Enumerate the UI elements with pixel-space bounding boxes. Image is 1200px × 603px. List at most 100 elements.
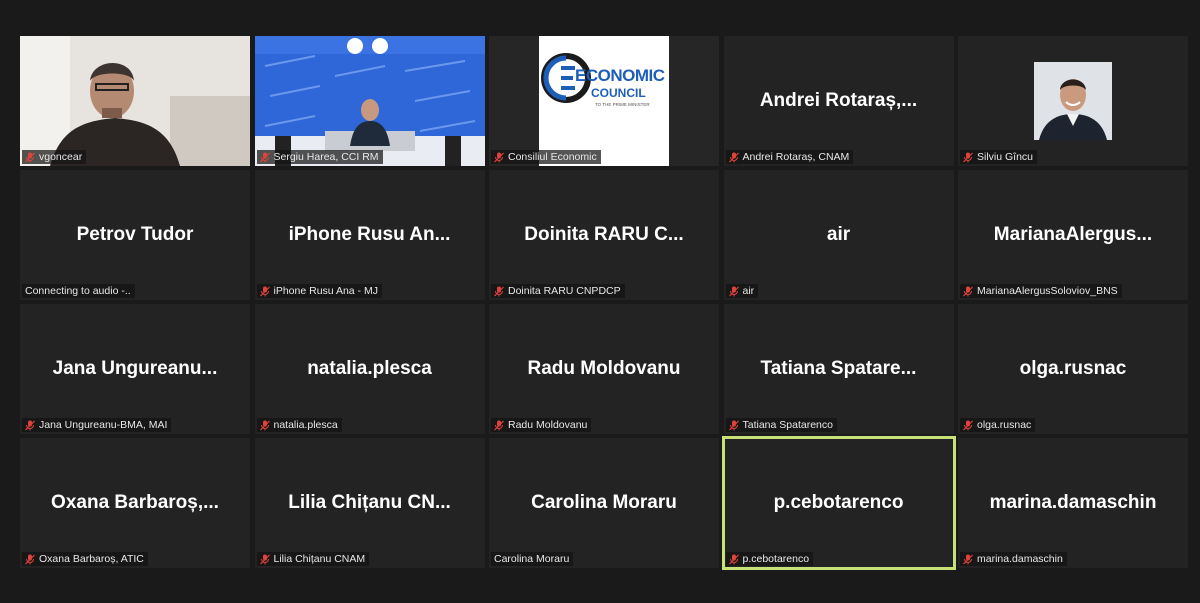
participant-video <box>254 36 485 166</box>
participant-tile[interactable]: Radu Moldovanu Radu Moldovanu <box>489 304 719 434</box>
participant-display-name: marina.damaschin <box>989 492 1157 513</box>
participant-label: marina.damaschin <box>960 552 1067 566</box>
muted-mic-icon <box>25 420 35 430</box>
participant-tile[interactable]: Doinita RARU C... Doinita RARU CNPDCP <box>489 170 719 300</box>
participant-name: MarianaAlergusSoloviov_BNS <box>977 285 1118 297</box>
muted-mic-icon <box>259 554 270 564</box>
participant-tile[interactable]: air air <box>723 170 954 300</box>
profile-photo-image <box>1034 62 1112 140</box>
participant-name: p.cebotarenco <box>742 553 810 565</box>
participant-label: MarianaAlergusSoloviov_BNS <box>960 284 1122 298</box>
participant-tile-active-speaker[interactable]: p.cebotarenco p.cebotarenco <box>721 436 956 570</box>
participant-tile[interactable]: marina.damaschin marina.damaschin <box>958 438 1188 568</box>
participant-name: Jana Ungureanu-BMA, MAI <box>39 419 168 431</box>
muted-mic-icon <box>728 286 739 296</box>
participant-name: vgoncear <box>39 151 83 163</box>
participant-display-name: Andrei Rotaraș,... <box>759 90 918 111</box>
participant-display-name: Carolina Moraru <box>531 492 677 513</box>
participant-label: Lilia Chițanu CNAM <box>256 552 370 566</box>
participant-label: olga.rusnac <box>960 418 1036 432</box>
participant-tile[interactable]: Silviu Gîncu <box>958 36 1188 166</box>
muted-mic-icon <box>259 420 270 430</box>
participant-label: Doinita RARU CNPDCP <box>491 284 625 298</box>
muted-mic-icon <box>728 554 739 564</box>
participant-name: Radu Moldovanu <box>508 419 588 431</box>
logo-caption: TO THE PRIME MINISTER <box>595 102 650 107</box>
participant-name: Carolina Moraru <box>494 553 570 565</box>
participant-display-name: MarianaAlergus... <box>993 224 1153 245</box>
participant-display-name: Oxana Barbaroș,... <box>51 492 219 513</box>
participant-name: olga.rusnac <box>977 419 1032 431</box>
gallery-grid: vgoncear Sergiu Harea, CCI RM ECONOMIC C… <box>20 36 1188 570</box>
participant-tile[interactable]: Petrov Tudor Connecting to audio -.. <box>20 170 250 300</box>
participant-tile[interactable]: Jana Ungureanu... Jana Ungureanu-BMA, MA… <box>20 304 250 434</box>
participant-tile[interactable]: iPhone Rusu An... iPhone Rusu Ana - MJ <box>254 170 485 300</box>
participant-tile[interactable]: Sergiu Harea, CCI RM <box>254 36 485 166</box>
participant-label: Consiliul Economic <box>491 150 601 164</box>
participant-label: Carolina Moraru <box>491 552 574 566</box>
muted-mic-icon <box>25 152 35 162</box>
participant-tile[interactable]: Carolina Moraru Carolina Moraru <box>489 438 719 568</box>
participant-tile[interactable]: ECONOMIC COUNCIL TO THE PRIME MINISTER C… <box>489 36 719 166</box>
logo-title: ECONOMIC <box>575 66 665 85</box>
participant-tile[interactable]: Lilia Chițanu CN... Lilia Chițanu CNAM <box>254 438 485 568</box>
participant-name: Lilia Chițanu CNAM <box>273 553 366 565</box>
muted-mic-icon <box>259 152 270 162</box>
participant-tile[interactable]: MarianaAlergus... MarianaAlergusSoloviov… <box>958 170 1188 300</box>
participant-name: air <box>742 285 755 297</box>
participant-name: Consiliul Economic <box>508 151 597 163</box>
muted-mic-icon <box>494 420 504 430</box>
participant-name: Andrei Rotaraș, CNAM <box>742 151 850 163</box>
participant-display-name: p.cebotarenco <box>773 492 904 513</box>
muted-mic-icon <box>728 420 739 430</box>
participant-profile-photo <box>1034 62 1112 140</box>
participant-display-name: natalia.plesca <box>307 358 432 379</box>
logo-subtitle: COUNCIL <box>591 86 646 100</box>
participant-display-name: Petrov Tudor <box>76 224 194 245</box>
participant-tile[interactable]: vgoncear <box>20 36 250 166</box>
economic-council-emblem-icon <box>541 53 591 103</box>
participant-tile[interactable]: Andrei Rotaraș,... Andrei Rotaraș, CNAM <box>723 36 954 166</box>
participant-label: vgoncear <box>22 150 87 164</box>
participant-name: Sergiu Harea, CCI RM <box>273 151 379 163</box>
participant-name: natalia.plesca <box>273 419 338 431</box>
participant-display-name: air <box>826 224 851 245</box>
muted-mic-icon <box>25 554 35 564</box>
muted-mic-icon <box>728 152 739 162</box>
participant-name: marina.damaschin <box>977 553 1063 565</box>
participant-label: Andrei Rotaraș, CNAM <box>725 150 854 164</box>
participant-tile[interactable]: olga.rusnac olga.rusnac <box>958 304 1188 434</box>
participant-label: Radu Moldovanu <box>491 418 592 432</box>
participant-name: Oxana Barbaroș, ATIC <box>39 553 144 565</box>
muted-mic-icon <box>963 152 973 162</box>
muted-mic-icon <box>494 286 504 296</box>
participant-tile[interactable]: Oxana Barbaroș,... Oxana Barbaroș, ATIC <box>20 438 250 568</box>
participant-label: p.cebotarenco <box>725 552 814 566</box>
participant-display-name: Jana Ungureanu... <box>52 358 218 379</box>
participant-name: Tatiana Spatarenco <box>742 419 833 431</box>
participant-display-name: Doinita RARU C... <box>524 224 684 245</box>
participant-label: Connecting to audio -.. <box>22 284 135 298</box>
participant-label: Jana Ungureanu-BMA, MAI <box>22 418 172 432</box>
participant-name: Connecting to audio -.. <box>25 285 131 297</box>
muted-mic-icon <box>963 420 973 430</box>
participant-display-name: Radu Moldovanu <box>527 358 681 379</box>
participant-label: Sergiu Harea, CCI RM <box>256 150 383 164</box>
economic-council-logo: ECONOMIC COUNCIL TO THE PRIME MINISTER <box>539 36 669 166</box>
participant-video <box>20 36 250 166</box>
muted-mic-icon <box>963 286 973 296</box>
participant-name: iPhone Rusu Ana - MJ <box>273 285 378 297</box>
participant-tile[interactable]: Tatiana Spatare... Tatiana Spatarenco <box>723 304 954 434</box>
muted-mic-icon <box>963 554 973 564</box>
participant-name: Doinita RARU CNPDCP <box>508 285 621 297</box>
participant-label: iPhone Rusu Ana - MJ <box>256 284 382 298</box>
participant-name: Silviu Gîncu <box>977 151 1034 163</box>
participant-label: Oxana Barbaroș, ATIC <box>22 552 148 566</box>
participant-label: natalia.plesca <box>256 418 342 432</box>
participant-label: air <box>725 284 759 298</box>
participant-display-name: olga.rusnac <box>1019 358 1127 379</box>
muted-mic-icon <box>494 152 504 162</box>
participant-display-name: Lilia Chițanu CN... <box>288 492 451 513</box>
participant-tile[interactable]: natalia.plesca natalia.plesca <box>254 304 485 434</box>
muted-mic-icon <box>259 286 270 296</box>
